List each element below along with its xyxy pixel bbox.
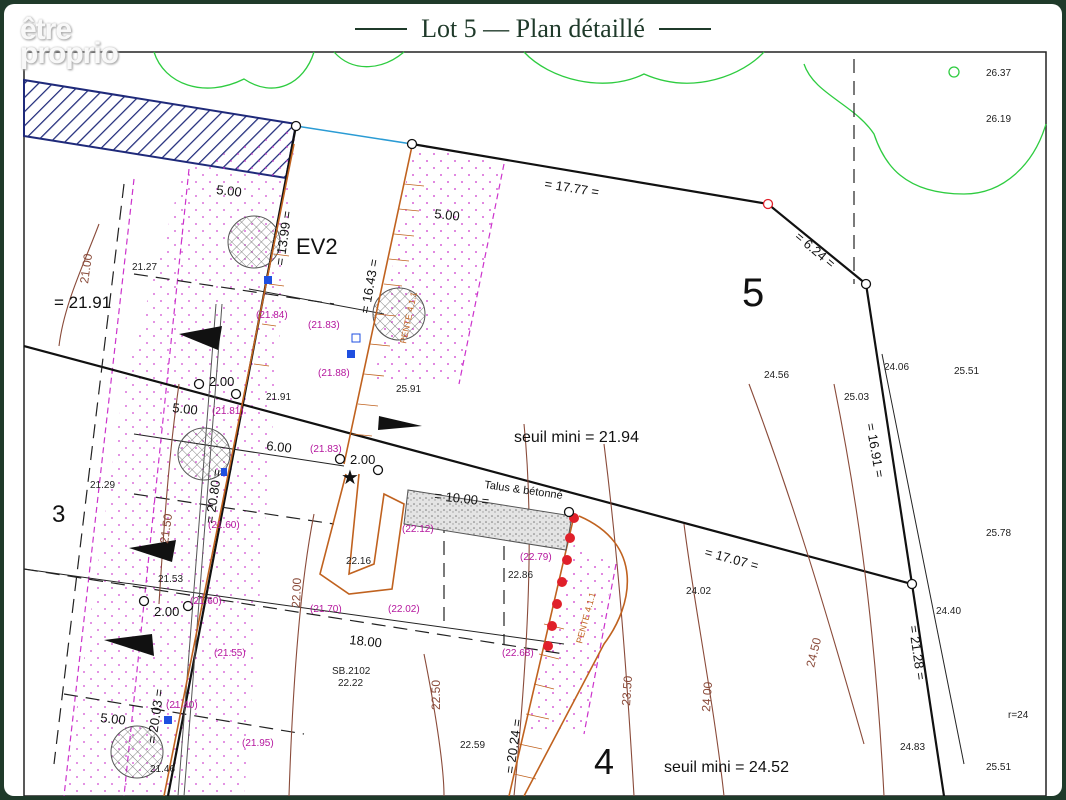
sb-alt: 22.22 — [338, 678, 363, 689]
alt-21-46: 21.46 — [150, 764, 175, 775]
watermark-logo: être proprio — [20, 13, 119, 70]
dim-5-00-a: 5.00 — [216, 182, 243, 200]
alt-22-59: 22.59 — [460, 740, 485, 751]
proj-21-83b: (21.83) — [310, 444, 342, 455]
proj-21-55: (21.55) — [214, 648, 246, 659]
dim-5-00-b: 5.00 — [434, 206, 461, 224]
seuil-lot5: seuil mini = 21.94 — [514, 429, 639, 446]
alt-22-16: 22.16 — [346, 556, 371, 567]
dim-5-00-c: 5.00 — [172, 400, 199, 418]
alt-26-37: 26.37 — [986, 68, 1011, 79]
lot-4-label: 4 — [594, 741, 614, 782]
proj-21-70: (21.70) — [310, 604, 342, 615]
proj-21-95: (21.95) — [242, 738, 274, 749]
dim-r-24: r=24 — [1008, 710, 1029, 721]
alt-21-91: 21.91 — [266, 392, 291, 403]
talus-label: Talus & bétonné — [484, 479, 564, 502]
dim-21-28: = 21.28 = — [906, 624, 929, 681]
alt-25-51: 25.51 — [954, 366, 979, 377]
dim-5-00-d: 5.00 — [100, 710, 127, 728]
alt-24-06: 24.06 — [884, 362, 909, 373]
proj-22-02: (22.02) — [388, 604, 420, 615]
vertex-red — [762, 198, 774, 210]
proj-21-84: (21.84) — [256, 310, 288, 321]
proj-21-60b: (21.60) — [190, 596, 222, 607]
contour-21-00: 21.00 — [77, 252, 95, 284]
dim-6-00: 6.00 — [266, 438, 293, 456]
seuil-lot4: seuil mini = 24.52 — [664, 759, 789, 776]
proj-21-81: (21.81) — [212, 406, 244, 417]
site-plan: ★ 5 3 4 EV2 seuil mini = 21.94 seuil min… — [23, 51, 1047, 796]
blue-marker-outline — [351, 333, 361, 343]
contour-22-00: 22.00 — [289, 577, 304, 608]
contour-23-50: 23.50 — [619, 675, 635, 706]
alt-25-91: 25.91 — [396, 384, 421, 395]
proj-22-79: (22.79) — [520, 552, 552, 563]
dim-2-00-a: 2.00 — [209, 374, 234, 389]
setback-zone-ramp — [374, 144, 504, 384]
alt-21-53: 21.53 — [158, 574, 183, 585]
proj-21-60: (21.60) — [208, 520, 240, 531]
alt-24-56: 24.56 — [764, 370, 789, 381]
dim-17-07: = 17.07 = — [703, 544, 760, 573]
dim-2-00-b: 2.00 — [350, 452, 375, 467]
proj-22-68: (22.68) — [502, 648, 534, 659]
alt-26-19: 26.19 — [986, 114, 1011, 125]
alt-21-29: 21.29 — [90, 480, 115, 491]
alt-25-51b: 25.51 — [986, 762, 1011, 773]
alt-25-78: 25.78 — [986, 528, 1011, 539]
setback-zone-east — [524, 544, 614, 734]
title-rule-right — [658, 28, 711, 30]
lot-5-label: 5 — [742, 271, 764, 315]
dim-6-24: = 6.24 = — [792, 229, 838, 271]
lot-3-label: 3 — [52, 501, 65, 528]
alt-24-40: 24.40 — [936, 606, 961, 617]
alt-22-86: 22.86 — [508, 570, 533, 581]
alt-25-03: 25.03 — [844, 392, 869, 403]
dim-16-91: = 16.91 = — [863, 422, 887, 479]
proj-22-12: (22.12) — [402, 524, 434, 535]
boundary-north — [295, 125, 413, 145]
contour-22-50: 22.50 — [429, 680, 443, 710]
survey-star: ★ — [341, 467, 359, 489]
alt-21-91-label: = 21.91 — [54, 293, 111, 312]
proj-21-83: (21.83) — [308, 320, 340, 331]
proj-21-88: (21.88) — [318, 368, 350, 379]
dim-2-00-c: 2.00 — [154, 604, 179, 619]
title-rule-left — [355, 28, 408, 30]
contour-24-00: 24.00 — [699, 681, 715, 712]
page-title: Lot 5 — Plan détaillé — [421, 14, 645, 43]
contour-24-50: 24.50 — [803, 636, 824, 669]
dim-18-00: 18.00 — [349, 632, 383, 650]
plan-frame: ★ 5 3 4 EV2 seuil mini = 21.94 seuil min… — [4, 4, 1062, 796]
sb-id: SB.2102 — [332, 666, 371, 677]
alt-21-27: 21.27 — [132, 262, 157, 273]
title-bar: Lot 5 — Plan détaillé — [4, 4, 1062, 54]
proj-21-40: (21.40) — [166, 700, 198, 711]
ev2-label: EV2 — [296, 234, 338, 259]
dim-17-77: = 17.77 = — [544, 176, 601, 199]
alt-24-83: 24.83 — [900, 742, 925, 753]
alt-24-02: 24.02 — [686, 586, 711, 597]
